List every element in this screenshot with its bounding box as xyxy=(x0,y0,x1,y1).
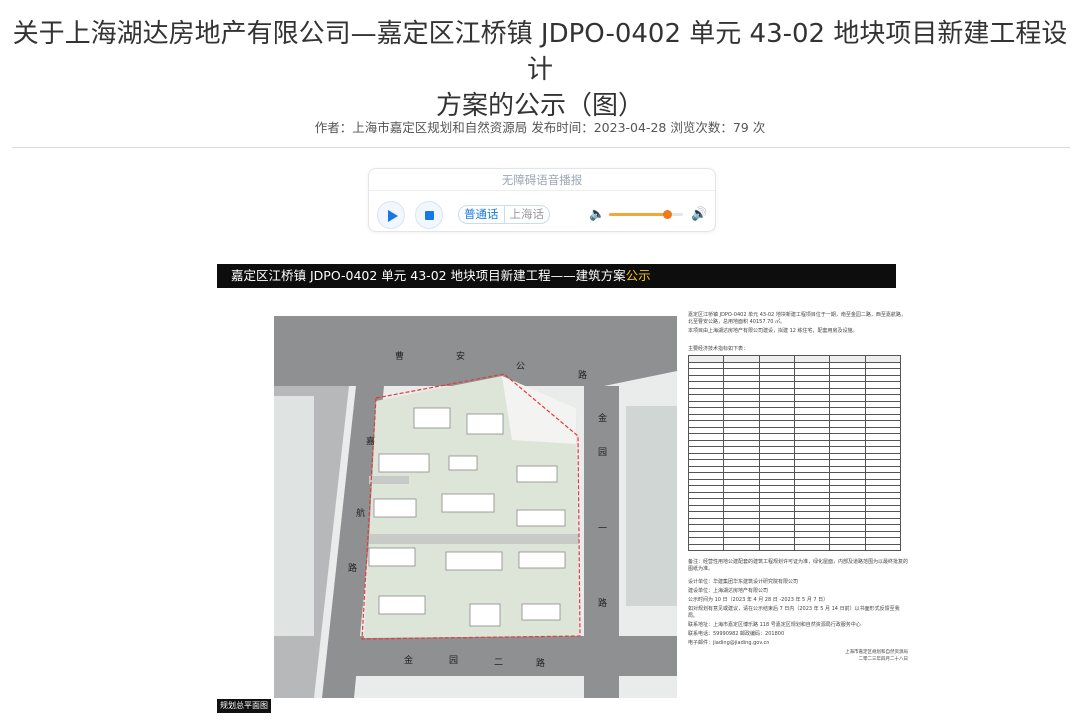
player-header: 无障碍语音播报 xyxy=(369,169,715,191)
table-cell xyxy=(723,543,760,551)
volume-low-icon: 🔈 xyxy=(589,207,606,222)
divider xyxy=(12,147,1070,148)
language-switch: 普通话 上海话 xyxy=(458,205,550,224)
road-west-char-1: 嘉 xyxy=(366,435,375,447)
signature-org: 上海市嘉定区规划和自然资源局 xyxy=(845,650,908,655)
article-meta: 作者：上海市嘉定区规划和自然资源局 发布时间：2023-04-28 浏览次数：7… xyxy=(314,120,766,135)
road-west-char-2: 航 xyxy=(356,507,365,519)
road-west-char-3: 路 xyxy=(348,562,357,574)
audio-player: 无障碍语音播报 普通话 上海话 🔈 🔊 xyxy=(368,168,716,232)
lang-mandarin-button[interactable]: 普通话 xyxy=(459,206,505,223)
play-button[interactable] xyxy=(377,201,405,229)
notes-remark: 备注：经营性用地公建配套的建筑工程规划许可证为准，绿化屋面，内部及道路范围为以最… xyxy=(688,559,909,572)
document-banner-text: 嘉定区江桥镇 JDPO-0402 单元 43-02 地块项目新建工程——建筑方案 xyxy=(231,268,626,283)
document-banner-accent: 公示 xyxy=(625,268,651,283)
contact-line: 公示时间为 10 日（2023 年 4 月 28 日 -2023 年 5 月 7… xyxy=(688,597,829,603)
road-south-char-1: 金 xyxy=(404,654,413,666)
road-north-char-3: 公 xyxy=(516,361,525,372)
table-cell xyxy=(829,543,866,551)
contact-line: 设计单位：华建集团华东建筑设计研究院有限公司 xyxy=(688,579,799,585)
contact-line: 电子邮件：jiading@jiading.gov.cn xyxy=(688,640,770,646)
document-notes: 嘉定区江桥镇 JDPO-0402 单元 43-02 地块新建工程项目位于一期，南… xyxy=(687,312,909,663)
indicator-table xyxy=(687,355,902,551)
notes-intro: 嘉定区江桥镇 JDPO-0402 单元 43-02 地块新建工程项目位于一期，南… xyxy=(688,312,906,325)
table-row xyxy=(687,543,902,551)
contact-line: 如对规划有意见或建议，请在公示结束后 7 日内（2023 年 5 月 14 日前… xyxy=(688,606,900,619)
road-east-char-3: 一 xyxy=(598,524,607,534)
road-south-char-2: 园 xyxy=(449,655,458,666)
title-line-1: 关于上海湖达房地产有限公司—嘉定区江桥镇 JDPO-0402 单元 43-02 … xyxy=(12,19,1068,85)
table-cell xyxy=(864,543,902,551)
table-cell xyxy=(793,543,831,551)
volume-knob[interactable] xyxy=(662,210,672,219)
contact-line: 联系地址：上海市嘉定区博乐路 118 号嘉定区规划和自然资源局行政服务中心 xyxy=(688,622,861,628)
page-title: 关于上海湖达房地产有限公司—嘉定区江桥镇 JDPO-0402 单元 43-02 … xyxy=(0,16,1080,124)
table-title: 主要经济技术指标如下表： xyxy=(688,346,749,352)
volume-slider[interactable] xyxy=(609,210,683,219)
notes-intro-2: 本项目由上海湖达房地产有限公司建设，拟建 12 栋住宅，配套用房及设施。 xyxy=(688,328,858,334)
road-east-char-2: 园 xyxy=(598,447,607,458)
document-banner: 嘉定区江桥镇 JDPO-0402 单元 43-02 地块项目新建工程——建筑方案… xyxy=(217,264,896,288)
volume-fill xyxy=(609,213,667,216)
image-caption: 规划总平面图 xyxy=(217,699,271,713)
road-south-char-3: 二 xyxy=(494,658,503,668)
road-east-char-4: 路 xyxy=(598,597,607,609)
road-south-char-4: 路 xyxy=(536,657,545,669)
road-east-char-1: 金 xyxy=(598,412,607,424)
contact-line: 联系电话：59990982 邮政编码：201800 xyxy=(688,631,785,637)
signature-date: 二零二三年四月二十八日 xyxy=(858,657,909,662)
road-north-char-2: 安 xyxy=(456,350,465,362)
stop-button[interactable] xyxy=(415,201,443,229)
site-plan-image: 曹 安 公 路 金 园 一 路 嘉 航 路 金 园 二 路 xyxy=(274,316,677,698)
table-cell xyxy=(758,543,795,551)
contact-line: 建设单位：上海湖达房地产有限公司 xyxy=(688,588,769,594)
table-cell xyxy=(687,543,725,551)
road-north-char-1: 曹 xyxy=(395,350,404,362)
volume-high-icon: 🔊 xyxy=(691,207,708,222)
lang-shanghainese-button[interactable]: 上海话 xyxy=(505,206,550,223)
road-north-char-4: 路 xyxy=(578,369,587,381)
